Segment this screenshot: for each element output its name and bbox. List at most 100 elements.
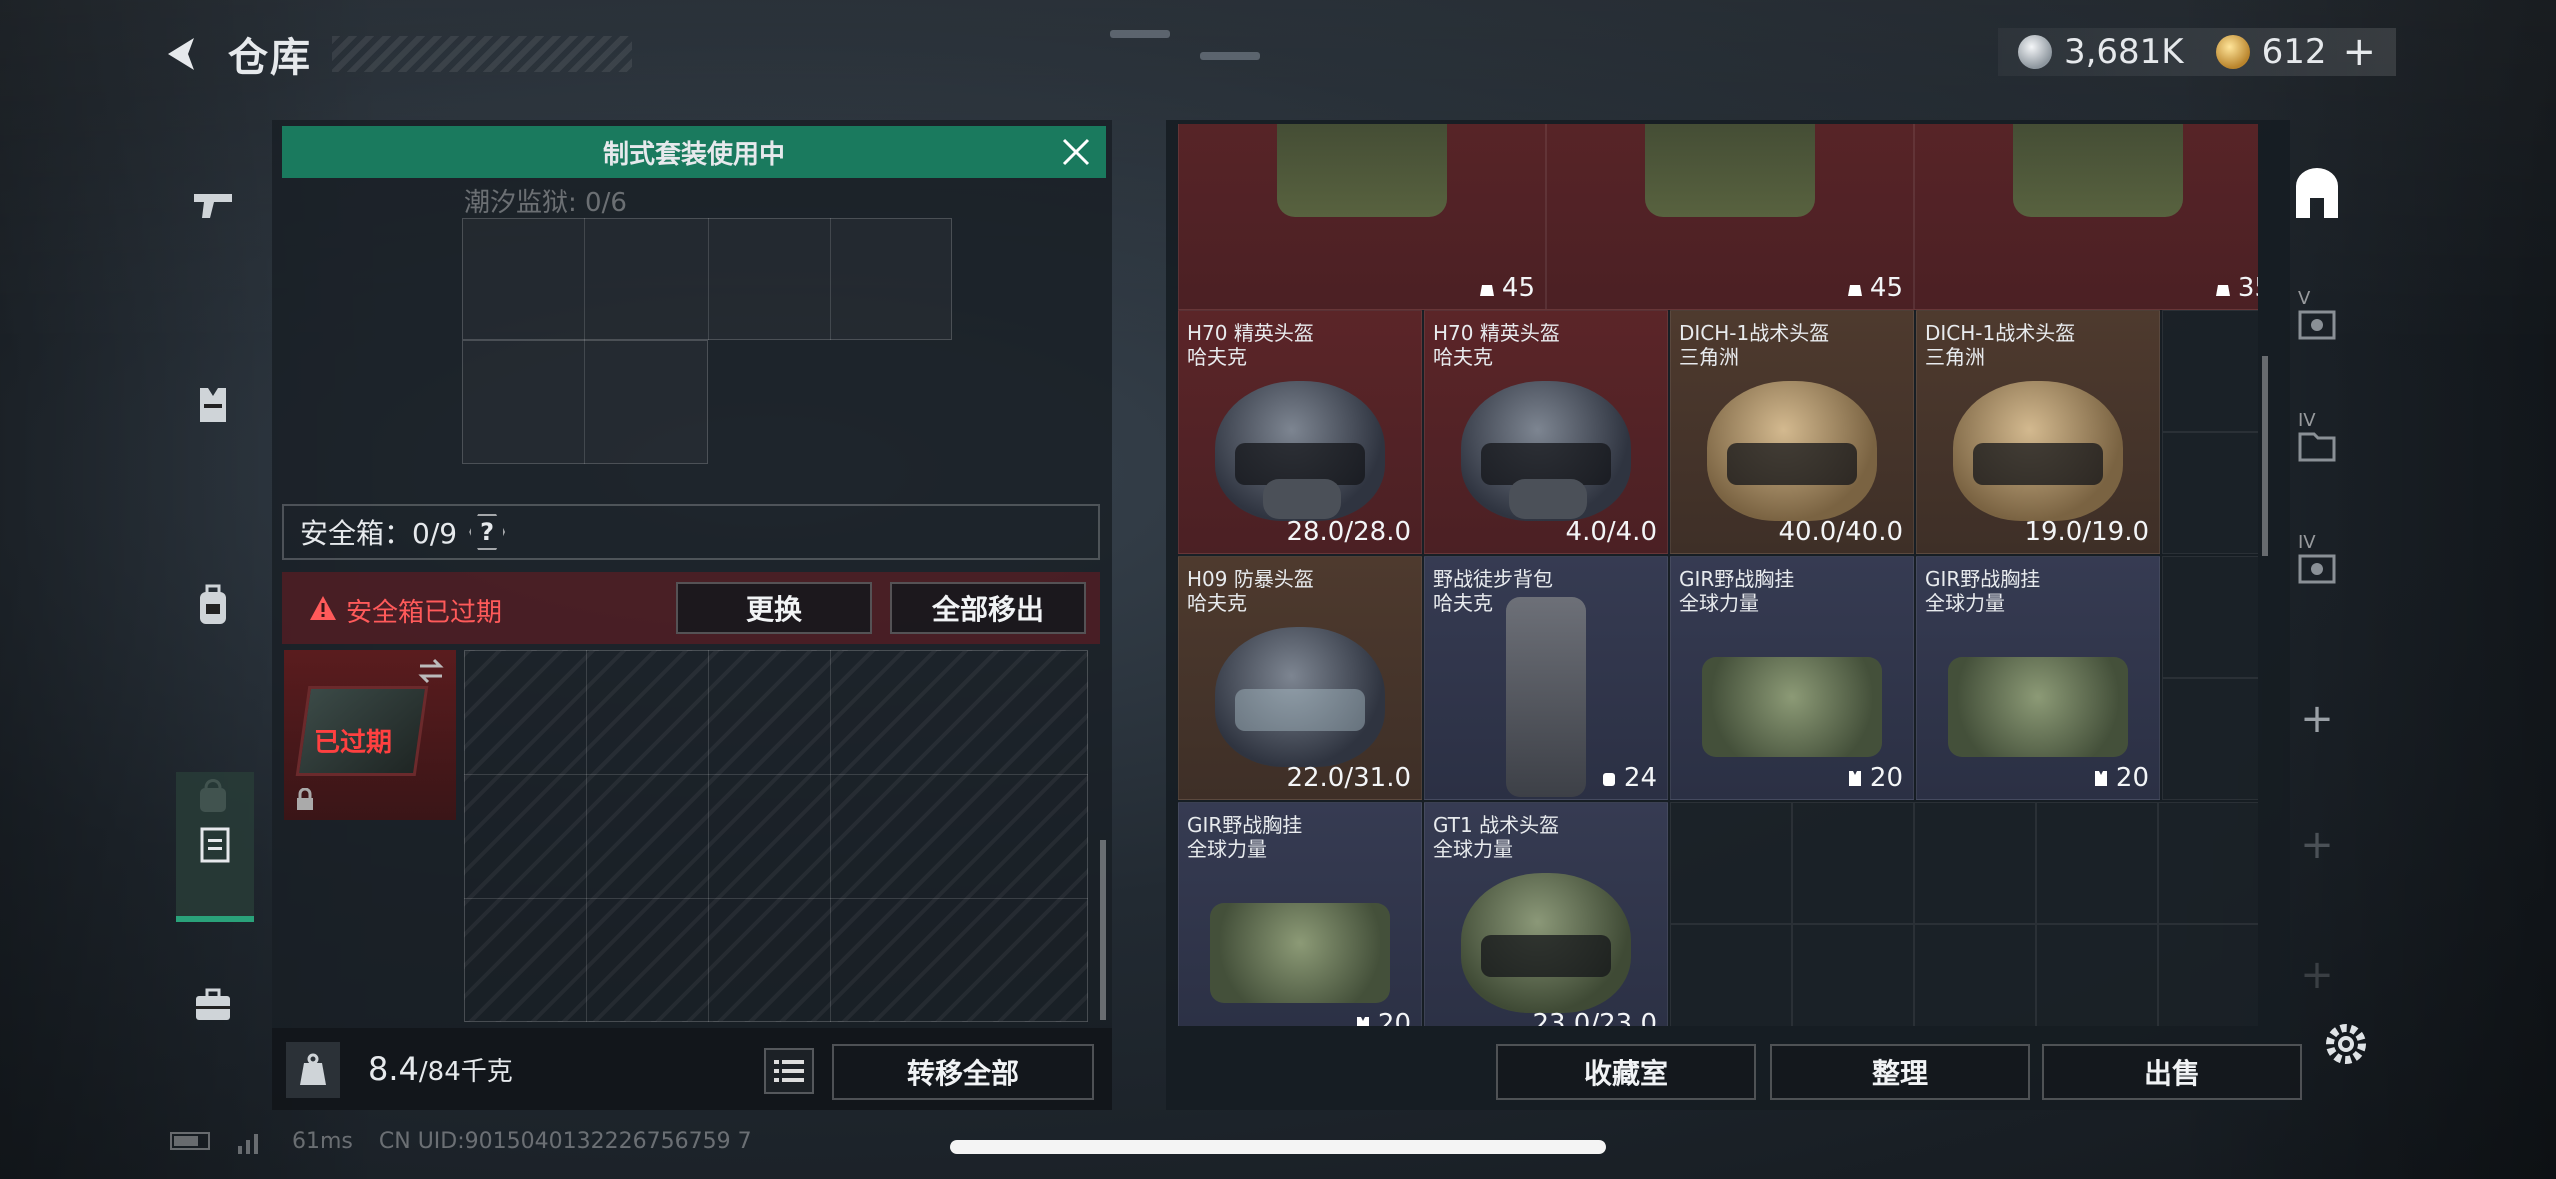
warehouse-actions: 收藏室 整理 出售 <box>1166 1028 2302 1110</box>
helmet-image <box>1215 627 1385 768</box>
swap-button[interactable]: 更换 <box>676 582 872 634</box>
weight-current: 8.4 <box>368 1050 419 1088</box>
empty-slot[interactable] <box>2162 678 2258 800</box>
grid-line <box>708 218 709 340</box>
empty-slot[interactable] <box>1792 924 1914 1026</box>
empty-slot[interactable] <box>2158 802 2258 924</box>
collection-room-button[interactable]: 收藏室 <box>1496 1044 1756 1100</box>
gear-icon[interactable] <box>2318 1016 2374 1072</box>
nav-safebox[interactable] <box>176 772 254 922</box>
warning-icon <box>310 596 336 620</box>
empty-slot[interactable] <box>1670 802 1792 924</box>
warehouse-grid: 45 45 35 H70 精英头盔 哈夫克 28.0/28.0 H70 精英头盔… <box>1178 124 2258 1026</box>
container-grid[interactable] <box>462 218 952 340</box>
ceiling-light <box>1200 52 1260 60</box>
empty-slot[interactable] <box>1914 924 2036 1026</box>
sell-button[interactable]: 出售 <box>2042 1044 2302 1100</box>
latency: 61ms <box>292 1128 353 1154</box>
helmet-image <box>1953 381 2123 522</box>
item-durability: 4.0/4.0 <box>1565 517 1657 547</box>
empty-slot[interactable] <box>1792 802 1914 924</box>
title-decoration <box>332 36 632 72</box>
item-durability: 22.0/31.0 <box>1286 763 1411 793</box>
empty-slot[interactable] <box>2036 802 2158 924</box>
item-capacity: 24 <box>1600 763 1657 793</box>
item-maker: 哈夫克 <box>1433 345 1493 369</box>
item-maker: 全球力量 <box>1187 837 1267 861</box>
gold-amount: 612 <box>2261 32 2327 72</box>
tab-level-label: IV <box>2298 532 2316 553</box>
vest-icon <box>200 388 226 422</box>
safebox-label: 安全箱：0/9 <box>300 517 458 550</box>
inventory-item[interactable]: 35 <box>1914 124 2258 310</box>
tab-storage-2[interactable]: V <box>2282 288 2352 358</box>
inventory-item[interactable]: 45 <box>1178 124 1546 310</box>
briefcase-icon <box>196 988 230 1020</box>
safebox-icon <box>200 827 230 863</box>
add-storage-button[interactable]: + <box>2282 684 2352 754</box>
inventory-item[interactable]: GIR野战胸挂 全球力量 20 <box>1670 556 1914 800</box>
add-storage-button[interactable]: + <box>2282 940 2352 1010</box>
chest-rig-image <box>1948 657 2128 758</box>
grid-line <box>586 650 587 1022</box>
empty-slot[interactable] <box>1670 924 1792 1026</box>
nav-briefcase[interactable] <box>178 970 248 1040</box>
expired-warning-row: 安全箱已过期 更换 全部移出 <box>282 572 1100 644</box>
inventory-item[interactable]: 野战徒步背包 哈夫克 24 <box>1424 556 1668 800</box>
transfer-all-button[interactable]: 转移全部 <box>832 1044 1094 1100</box>
container-grid[interactable] <box>462 340 708 464</box>
close-icon[interactable] <box>1058 134 1094 170</box>
item-maker: 三角洲 <box>1679 345 1739 369</box>
inventory-item[interactable]: GIR野战胸挂 全球力量 20 <box>1178 802 1422 1026</box>
signal-icon <box>238 1134 258 1154</box>
item-capacity: 20 <box>2092 763 2149 793</box>
pistol-icon <box>194 194 232 218</box>
item-maker: 全球力量 <box>1433 837 1513 861</box>
battery-icon <box>170 1132 210 1150</box>
empty-slot[interactable] <box>2162 556 2258 678</box>
nav-rig[interactable] <box>178 370 248 440</box>
inventory-item[interactable]: H70 精英头盔 哈夫克 28.0/28.0 <box>1178 310 1422 554</box>
scrollbar[interactable] <box>1100 840 1106 1020</box>
tab-storage-4[interactable]: IV <box>2282 532 2352 602</box>
loadout-banner: 制式套装使用中 <box>282 126 1106 178</box>
nav-backpack[interactable] <box>178 570 248 640</box>
safebox-slot[interactable]: 已过期 <box>284 650 456 820</box>
inventory-item[interactable]: GIR野战胸挂 全球力量 20 <box>1916 556 2160 800</box>
weight-mini-icon <box>2215 285 2230 296</box>
add-currency-button[interactable]: + <box>2342 29 2376 75</box>
backpack-icon <box>200 584 226 624</box>
inventory-item[interactable]: DICH-1战术头盔 三角洲 40.0/40.0 <box>1670 310 1914 554</box>
add-storage-button[interactable]: + <box>2282 810 2352 880</box>
item-stat: 35 <box>2214 273 2258 303</box>
item-durability: 40.0/40.0 <box>1778 517 1903 547</box>
nav-weapons[interactable] <box>178 170 248 240</box>
tab-main-storage[interactable] <box>2282 160 2352 230</box>
inventory-item[interactable]: H70 精英头盔 哈夫克 4.0/4.0 <box>1424 310 1668 554</box>
swap-icon[interactable] <box>416 658 446 684</box>
move-all-button[interactable]: 全部移出 <box>890 582 1086 634</box>
empty-slot[interactable] <box>2036 924 2158 1026</box>
back-arrow-icon[interactable] <box>160 32 204 76</box>
tab-level-label: IV <box>2298 410 2316 431</box>
weight-max: /84千克 <box>418 1057 513 1087</box>
banner-text: 制式套装使用中 <box>602 139 785 170</box>
home-indicator[interactable] <box>950 1140 1606 1154</box>
empty-slot[interactable] <box>2162 310 2258 432</box>
grid-line <box>830 650 831 1022</box>
empty-slot[interactable] <box>2158 924 2258 1026</box>
weight-icon <box>286 1042 340 1098</box>
sort-button[interactable]: 整理 <box>1770 1044 2030 1100</box>
safebox-grid[interactable] <box>464 650 1088 1022</box>
inventory-item[interactable]: DICH-1战术头盔 三角洲 19.0/19.0 <box>1916 310 2160 554</box>
empty-slot[interactable] <box>1914 802 2036 924</box>
help-icon[interactable]: ? <box>469 514 506 550</box>
user-uid: CN UID:9015040132226756759 7 <box>378 1128 752 1154</box>
list-view-button[interactable] <box>764 1048 814 1094</box>
inventory-item[interactable]: GT1 战术头盔 全球力量 23.0/23.0 <box>1424 802 1668 1026</box>
empty-slot[interactable] <box>2162 432 2258 554</box>
tab-storage-3[interactable]: IV <box>2282 410 2352 480</box>
inventory-item[interactable]: H09 防暴头盔 哈夫克 22.0/31.0 <box>1178 556 1422 800</box>
scrollbar[interactable] <box>2262 356 2268 556</box>
inventory-item[interactable]: 45 <box>1546 124 1914 310</box>
